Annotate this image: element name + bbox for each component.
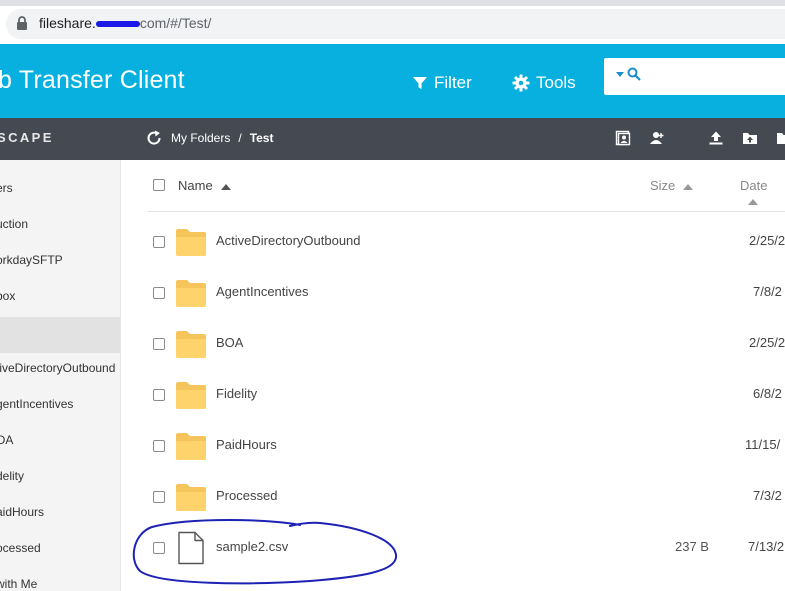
table-row[interactable]: BOA 2/25/2 xyxy=(122,319,785,370)
breadcrumb-current: Test xyxy=(249,131,274,145)
sidebar-item[interactable]: ers xyxy=(0,170,120,206)
sidebar: ers uction orkdaySFTP box tiveDirectoryO… xyxy=(0,160,121,591)
column-name-label: Name xyxy=(178,178,213,193)
row-checkbox[interactable] xyxy=(153,491,165,503)
sidebar-item[interactable]: uction xyxy=(0,206,120,242)
column-size-label: Size xyxy=(650,178,676,193)
upload-icon[interactable] xyxy=(708,130,724,146)
row-date: 7/13/2 xyxy=(748,539,785,554)
sidebar-item[interactable]: box xyxy=(0,278,120,314)
row-name[interactable]: Processed xyxy=(216,488,277,503)
browser-address-bar: fileshare. com/#/Test/ xyxy=(0,0,785,44)
sidebar-item[interactable]: with Me xyxy=(0,566,120,591)
row-checkbox[interactable] xyxy=(153,542,165,554)
row-date: 2/25/2 xyxy=(749,233,785,248)
column-header-size[interactable]: Size xyxy=(650,178,694,193)
sidebar-item-selected[interactable] xyxy=(0,317,120,353)
sort-asc-icon xyxy=(220,183,231,190)
table-row[interactable]: Processed 7/3/2 xyxy=(122,472,785,523)
search-box[interactable] xyxy=(604,58,785,95)
row-date: 6/8/2 xyxy=(753,386,782,401)
row-name[interactable]: BOA xyxy=(216,335,243,350)
table-row[interactable]: AgentIncentives 7/8/2 xyxy=(122,268,785,319)
folder-icon xyxy=(175,482,207,517)
url-text[interactable]: fileshare. com/#/Test/ xyxy=(39,15,211,31)
row-name[interactable]: sample2.csv xyxy=(216,539,288,554)
lock-icon xyxy=(17,16,27,30)
folder-icon xyxy=(175,431,207,466)
table-row[interactable]: PaidHours 11/15/ xyxy=(122,421,785,472)
sidebar-item[interactable]: ocessed xyxy=(0,530,120,566)
tools-label: Tools xyxy=(536,73,576,92)
app-title: b Transfer Client xyxy=(0,66,185,94)
filter-label: Filter xyxy=(434,73,472,92)
sidebar-item[interactable]: OA xyxy=(0,422,120,458)
folder-icon xyxy=(175,278,207,313)
app-header: b Transfer Client Filter Tools xyxy=(0,44,785,118)
url-path: com/#/Test/ xyxy=(139,15,212,31)
new-folder-upload-icon[interactable] xyxy=(742,130,758,146)
folder-icon xyxy=(175,227,207,262)
row-name[interactable]: AgentIncentives xyxy=(216,284,309,299)
folder-action-icon[interactable] xyxy=(776,130,785,146)
row-checkbox[interactable] xyxy=(153,440,165,452)
refresh-icon[interactable] xyxy=(146,130,162,146)
url-host: fileshare. xyxy=(39,15,96,31)
search-dropdown-caret[interactable] xyxy=(616,72,624,77)
sort-asc-icon xyxy=(683,183,694,190)
row-checkbox[interactable] xyxy=(153,338,165,350)
folder-icon xyxy=(175,380,207,415)
row-checkbox[interactable] xyxy=(153,389,165,401)
breadcrumb: My Folders / Test xyxy=(171,131,273,145)
folder-icon xyxy=(175,329,207,364)
share-folder-icon[interactable] xyxy=(615,130,631,146)
row-name[interactable]: Fidelity xyxy=(216,386,257,401)
breadcrumb-root[interactable]: My Folders xyxy=(171,131,230,145)
sort-asc-icon xyxy=(748,198,758,205)
row-checkbox[interactable] xyxy=(153,287,165,299)
search-input[interactable] xyxy=(648,64,785,89)
row-checkbox[interactable] xyxy=(153,236,165,248)
search-icon xyxy=(627,67,641,81)
sidebar-item[interactable]: aidHours xyxy=(0,494,120,530)
table-row[interactable]: ActiveDirectoryOutbound 2/25/2 xyxy=(122,217,785,268)
filter-button[interactable]: Filter xyxy=(412,73,472,93)
header-divider xyxy=(148,211,785,212)
row-date: 2/25/2 xyxy=(749,335,785,350)
browser-tab-strip xyxy=(0,0,785,6)
filter-icon xyxy=(413,77,427,89)
sidebar-item[interactable]: tiveDirectoryOutbound xyxy=(0,350,120,386)
column-header-name[interactable]: Name xyxy=(178,178,231,193)
sidebar-item[interactable]: orkdaySFTP xyxy=(0,242,120,278)
sidebar-item[interactable]: gentIncentives xyxy=(0,386,120,422)
column-date-label: Date xyxy=(740,178,768,193)
row-date: 7/3/2 xyxy=(753,488,782,503)
sidebar-item[interactable]: delity xyxy=(0,458,120,494)
file-list: Name Size Date ActiveDirectoryOutbound 2/… xyxy=(122,160,785,591)
row-size: 237 B xyxy=(675,539,709,554)
row-name[interactable]: ActiveDirectoryOutbound xyxy=(216,233,361,248)
breadcrumb-separator: / xyxy=(238,131,242,145)
gear-icon xyxy=(512,74,530,92)
row-name[interactable]: PaidHours xyxy=(216,437,277,452)
column-header-date[interactable]: Date xyxy=(740,178,785,208)
brand-label: SCAPE xyxy=(0,130,54,145)
select-all-checkbox[interactable] xyxy=(153,179,165,191)
table-row[interactable]: Fidelity 6/8/2 xyxy=(122,370,785,421)
user-add-icon[interactable] xyxy=(649,130,665,146)
table-row[interactable]: sample2.csv 237 B 7/13/2 xyxy=(122,523,785,574)
tools-button[interactable]: Tools xyxy=(512,73,576,93)
file-icon xyxy=(175,531,207,570)
row-date: 11/15/ xyxy=(745,437,781,452)
redaction-mark xyxy=(95,21,140,28)
toolbar: SCAPE My Folders / Test xyxy=(0,118,785,160)
row-date: 7/8/2 xyxy=(753,284,782,299)
